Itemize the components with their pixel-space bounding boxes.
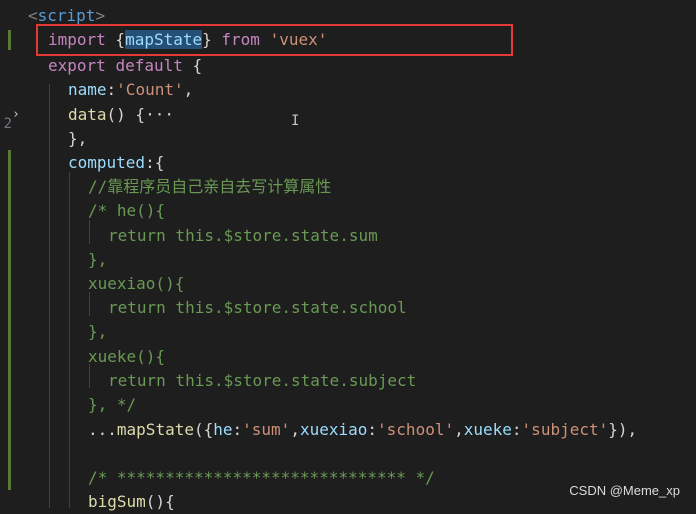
- punctuation: },: [68, 129, 88, 148]
- indent-guide: [69, 172, 70, 508]
- keyword: export: [48, 56, 106, 75]
- string-literal: 'school': [377, 420, 455, 439]
- punctuation: :: [106, 80, 117, 99]
- spread-operator: ...: [88, 420, 117, 439]
- tag-bracket: >: [95, 6, 106, 25]
- property-key: xuexiao: [299, 420, 368, 439]
- watermark-text: CSDN @Meme_xp: [569, 483, 680, 498]
- code-line[interactable]: export default {: [48, 54, 202, 78]
- folded-ellipsis[interactable]: ···: [145, 105, 174, 124]
- punctuation: :: [232, 420, 243, 439]
- code-line[interactable]: },: [68, 127, 87, 151]
- punctuation: }),: [608, 420, 638, 439]
- punctuation: ({: [193, 420, 214, 439]
- code-editor[interactable]: 2 › <script> import {mapState} from 'vue…: [0, 0, 696, 511]
- punctuation: (){: [145, 492, 175, 511]
- line-number: 2: [3, 116, 12, 132]
- keyword: default: [115, 56, 183, 75]
- code-comment-line[interactable]: return this.$store.state.subject: [108, 369, 416, 393]
- line-number-gutter: 2 ›: [0, 0, 22, 508]
- modified-line-indicator: [8, 30, 11, 50]
- punctuation: :{: [145, 153, 165, 172]
- property-key: he: [213, 420, 233, 439]
- property-key: xueke: [463, 420, 512, 439]
- tag-bracket: <: [28, 6, 38, 25]
- punctuation: ,: [183, 80, 194, 99]
- punctuation: ,: [454, 420, 464, 439]
- code-line-folded[interactable]: data() {···: [68, 103, 174, 127]
- punctuation: :: [367, 420, 378, 439]
- property-key: name: [68, 80, 107, 99]
- chevron-right-icon[interactable]: ›: [12, 104, 22, 126]
- punctuation: :: [511, 420, 522, 439]
- code-comment-line[interactable]: xuexiao(){: [88, 272, 184, 296]
- highlight-annotation-box: [36, 24, 513, 56]
- punctuation: {: [182, 56, 203, 75]
- function-name: mapState: [116, 420, 194, 439]
- code-line[interactable]: computed:{: [68, 151, 164, 175]
- punctuation: ,: [290, 420, 300, 439]
- string-literal: 'sum': [242, 420, 291, 439]
- indent-guide: [49, 84, 50, 508]
- modified-line-indicator: [8, 150, 11, 490]
- function-name: data: [68, 105, 107, 124]
- code-comment-line[interactable]: }, */: [88, 393, 136, 417]
- code-comment-line[interactable]: },: [88, 320, 107, 344]
- function-name: bigSum: [88, 492, 146, 511]
- punctuation: () {: [106, 105, 146, 124]
- indent-guide: [89, 220, 90, 244]
- string-literal: 'Count': [116, 80, 184, 99]
- code-comment-line[interactable]: return this.$store.state.school: [108, 296, 407, 320]
- code-comment-line[interactable]: //靠程序员自己亲自去写计算属性: [88, 175, 331, 199]
- text-cursor-icon: I: [291, 113, 300, 129]
- code-line[interactable]: bigSum(){: [88, 490, 175, 514]
- code-comment-line[interactable]: xueke(){: [88, 345, 165, 369]
- code-comment-line[interactable]: /* ****************************** */: [88, 466, 435, 490]
- code-comment-line[interactable]: },: [88, 248, 107, 272]
- code-comment-line[interactable]: return this.$store.state.sum: [108, 224, 378, 248]
- tag-name: script: [37, 6, 96, 25]
- property-key: computed: [68, 153, 146, 172]
- code-line-mapstate-spread[interactable]: ...mapState({he:'sum',xuexiao:'school',x…: [88, 418, 637, 442]
- code-line[interactable]: name:'Count',: [68, 78, 193, 102]
- string-literal: 'subject': [521, 420, 609, 439]
- code-comment-line[interactable]: /* he(){: [88, 199, 165, 223]
